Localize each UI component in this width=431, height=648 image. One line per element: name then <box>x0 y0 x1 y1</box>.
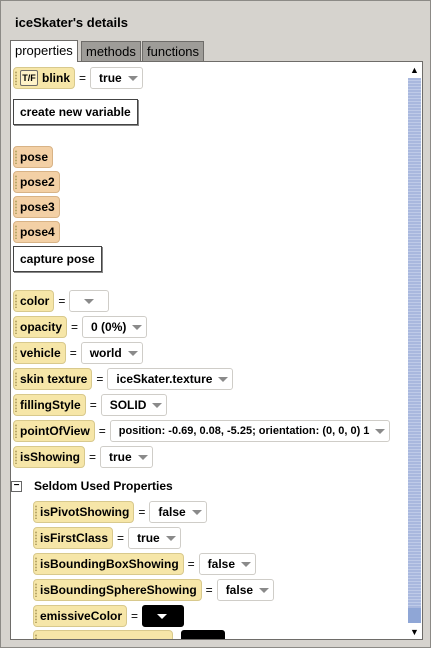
pose-row: pose <box>13 146 54 168</box>
property-emissive-color-tile[interactable]: emissiveColor <box>33 605 128 627</box>
chevron-down-icon <box>259 587 270 593</box>
chevron-down-icon <box>191 509 202 515</box>
seldom-used-section-header[interactable]: − Seldom Used Properties <box>11 479 173 493</box>
chevron-down-icon <box>127 350 138 356</box>
property-is-bounding-sphere-showing-tile[interactable]: isBoundingSphereShowing <box>33 579 202 601</box>
property-opacity-dropdown[interactable]: 0 (0%) <box>82 316 148 338</box>
property-row-opacity: opacity = 0 (0%) <box>13 316 148 338</box>
property-row-emissive-color: emissiveColor = <box>33 605 185 627</box>
tab-properties[interactable]: properties <box>10 40 78 62</box>
property-row-is-showing: isShowing = true <box>13 446 153 468</box>
panel-title: iceSkater's details <box>15 15 128 30</box>
property-point-of-view-dropdown[interactable]: position: -0.69, 0.08, -5.25; orientatio… <box>109 420 391 442</box>
chevron-down-icon <box>241 561 252 567</box>
chevron-down-icon <box>157 613 168 619</box>
scroll-down-icon[interactable]: ▼ <box>407 624 422 639</box>
scroll-thumb[interactable] <box>408 78 421 608</box>
chevron-down-icon <box>132 324 143 330</box>
property-is-first-class-dropdown[interactable]: true <box>128 527 181 549</box>
property-color-tile[interactable]: color <box>13 290 55 312</box>
property-row-is-bounding-sphere-showing: isBoundingSphereShowing = false <box>33 579 275 601</box>
variable-blink-row: T/F blink = true <box>13 67 143 89</box>
chevron-down-icon <box>375 428 386 434</box>
property-is-bounding-box-showing-dropdown[interactable]: false <box>198 553 257 575</box>
chevron-down-icon <box>127 75 138 81</box>
pose-row: pose2 <box>13 171 60 193</box>
property-filling-style-dropdown[interactable]: SOLID <box>100 394 168 416</box>
property-row-skin-texture: skin texture = iceSkater.texture <box>13 368 234 390</box>
pose-row: pose4 <box>13 221 60 243</box>
property-is-bounding-sphere-showing-dropdown[interactable]: false <box>216 579 275 601</box>
property-row-is-pivot-showing: isPivotShowing = false <box>33 501 207 523</box>
property-row-color: color = <box>13 290 110 312</box>
property-filling-style-tile[interactable]: fillingStyle <box>13 394 86 416</box>
collapse-icon[interactable]: − <box>11 480 22 492</box>
property-vehicle-tile[interactable]: vehicle <box>13 342 66 364</box>
property-row-is-first-class: isFirstClass = true <box>33 527 181 549</box>
variable-blink-tile[interactable]: T/F blink <box>13 67 76 89</box>
property-partial-tile[interactable] <box>33 630 173 639</box>
pose-tile[interactable]: pose <box>13 146 54 168</box>
chevron-down-icon <box>152 402 163 408</box>
property-row-is-bounding-box-showing: isBoundingBoxShowing = false <box>33 553 257 575</box>
create-new-variable-button[interactable]: create new variable <box>13 99 138 125</box>
property-is-showing-tile[interactable]: isShowing <box>13 446 85 468</box>
vertical-scrollbar[interactable]: ▲ ▼ <box>407 61 423 640</box>
pose3-tile[interactable]: pose3 <box>13 196 60 218</box>
property-skin-texture-dropdown[interactable]: iceSkater.texture <box>107 368 234 390</box>
property-partial-dropdown[interactable] <box>181 630 225 639</box>
property-row-vehicle: vehicle = world <box>13 342 143 364</box>
property-skin-texture-tile[interactable]: skin texture <box>13 368 93 390</box>
boolean-type-icon: T/F <box>20 70 38 86</box>
chevron-down-icon <box>165 535 176 541</box>
variable-blink-label: blink <box>42 71 71 85</box>
tab-functions[interactable]: functions <box>142 41 205 61</box>
scroll-up-icon[interactable]: ▲ <box>407 62 422 77</box>
property-row-filling-style: fillingStyle = SOLID <box>13 394 168 416</box>
capture-pose-button[interactable]: capture pose <box>13 246 102 272</box>
tab-methods[interactable]: methods <box>81 41 141 61</box>
property-row-point-of-view: pointOfView = position: -0.69, 0.08, -5.… <box>13 420 391 442</box>
pose-row: pose3 <box>13 196 60 218</box>
property-is-pivot-showing-tile[interactable]: isPivotShowing <box>33 501 135 523</box>
chevron-down-icon <box>137 454 148 460</box>
property-opacity-tile[interactable]: opacity <box>13 316 68 338</box>
property-is-pivot-showing-dropdown[interactable]: false <box>149 501 207 523</box>
property-vehicle-dropdown[interactable]: world <box>80 342 143 364</box>
property-color-dropdown[interactable] <box>69 290 110 312</box>
property-is-showing-dropdown[interactable]: true <box>100 446 153 468</box>
property-is-bounding-box-showing-tile[interactable]: isBoundingBoxShowing <box>33 553 184 575</box>
chevron-down-icon <box>84 298 95 304</box>
property-point-of-view-tile[interactable]: pointOfView <box>13 420 95 442</box>
properties-list: T/F blink = true create new variable pos… <box>10 61 410 640</box>
pose2-tile[interactable]: pose2 <box>13 171 60 193</box>
property-emissive-color-dropdown[interactable] <box>142 605 185 627</box>
property-row-partial <box>33 630 225 639</box>
property-is-first-class-tile[interactable]: isFirstClass <box>33 527 114 549</box>
pose4-tile[interactable]: pose4 <box>13 221 60 243</box>
details-panel: iceSkater's details properties methods f… <box>0 0 431 648</box>
variable-blink-dropdown[interactable]: true <box>90 67 143 89</box>
chevron-down-icon <box>218 376 229 382</box>
